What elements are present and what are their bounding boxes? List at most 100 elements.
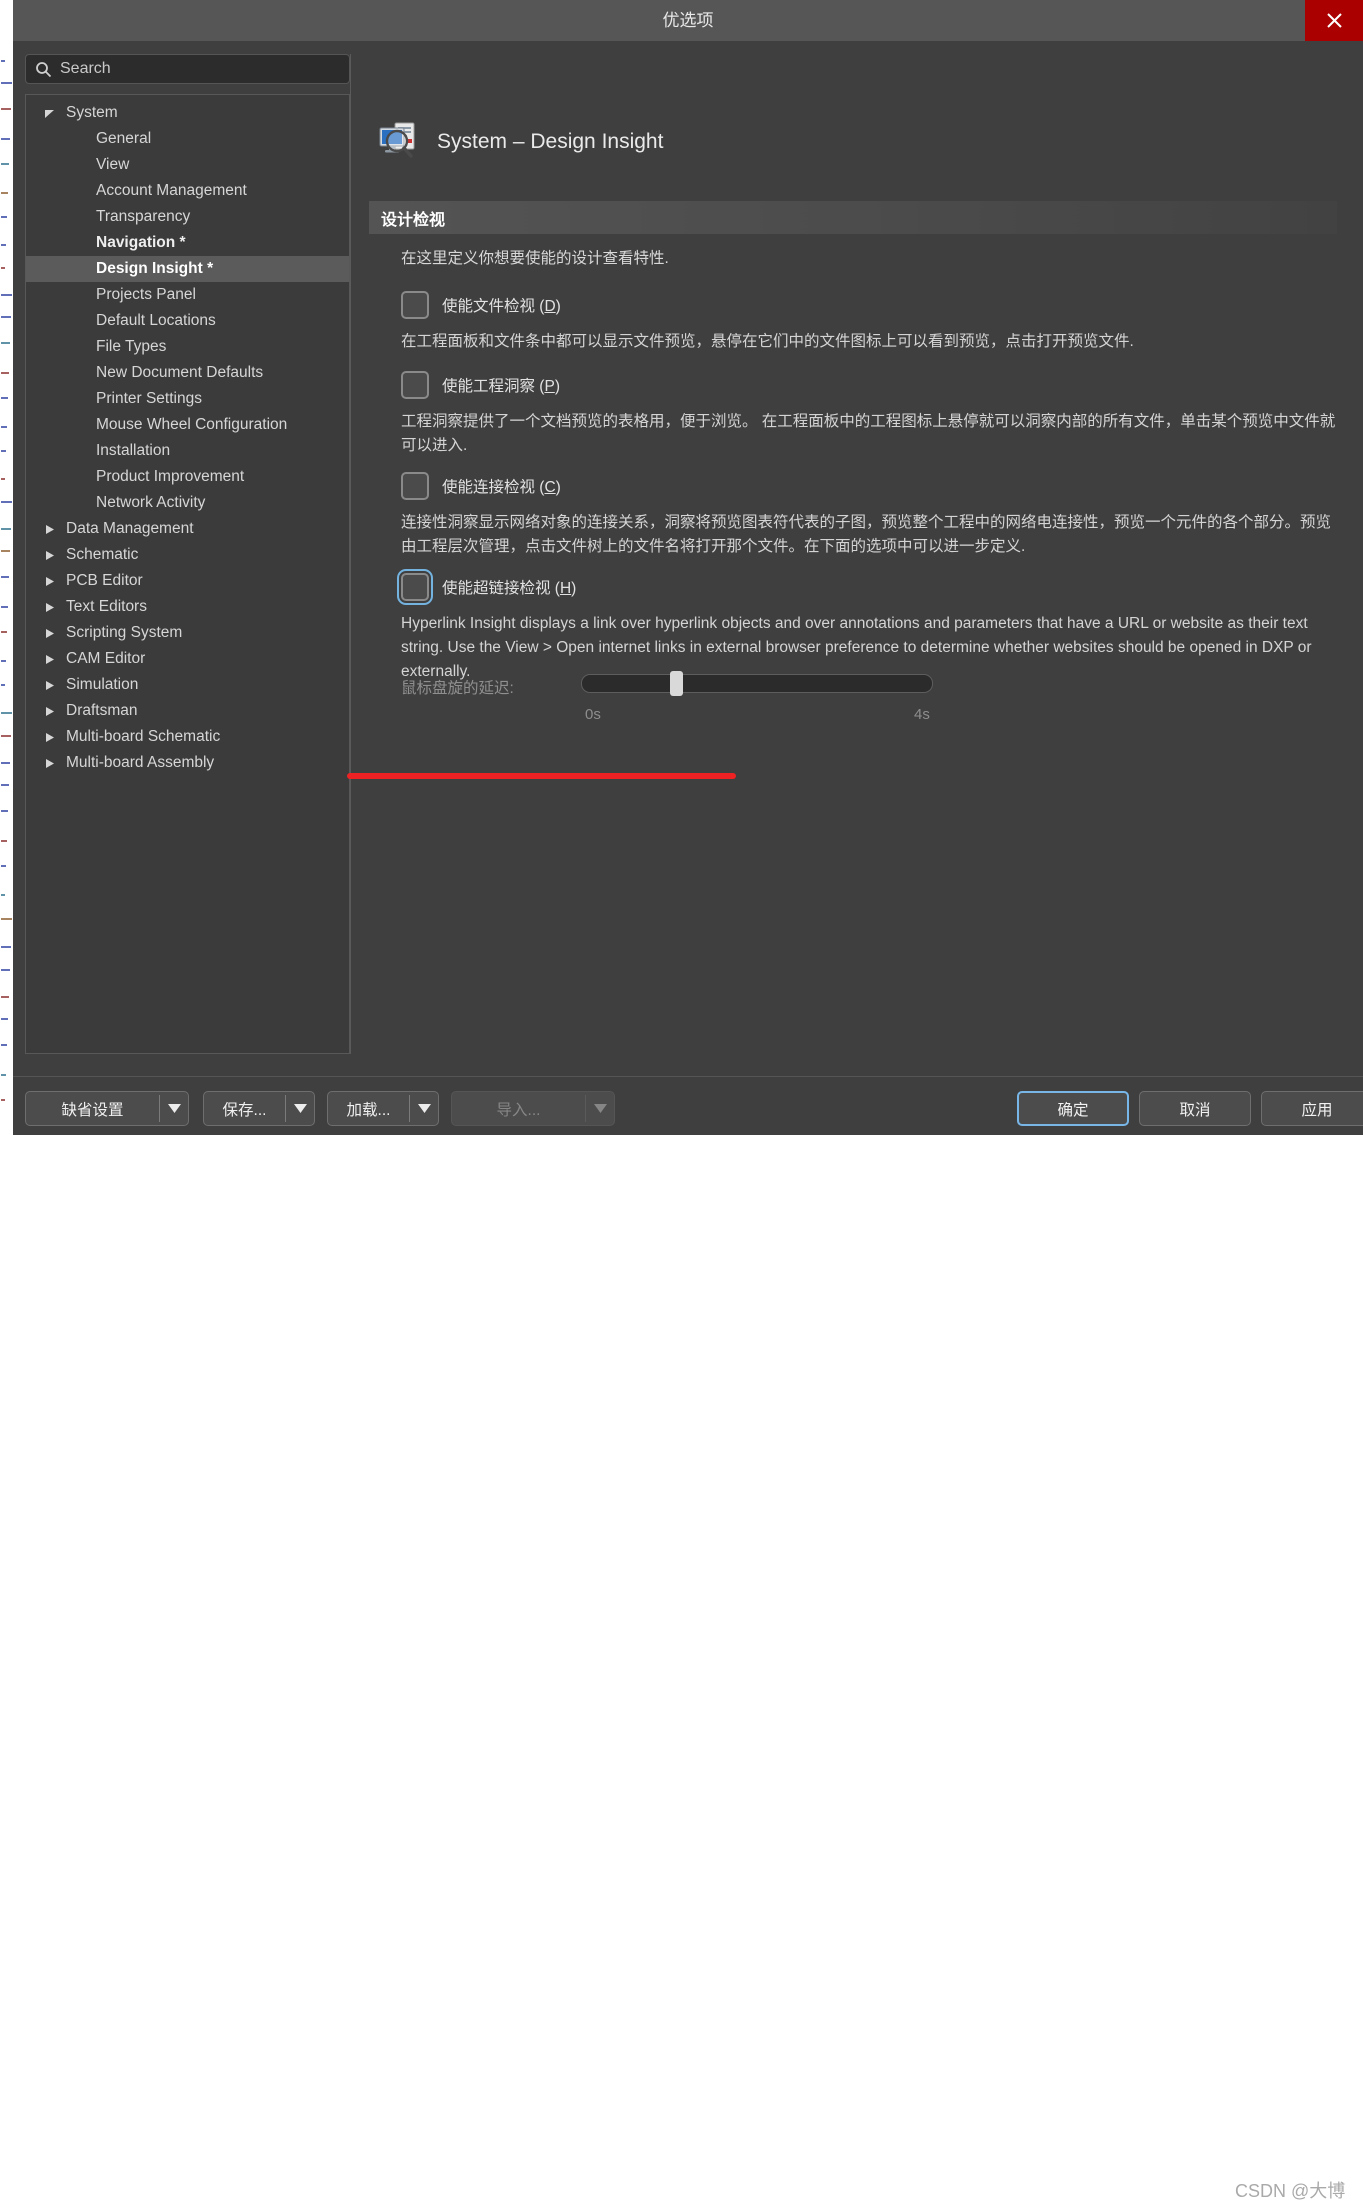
dialog-titlebar: 优选项 bbox=[13, 0, 1363, 41]
tree-item-label: Data Management bbox=[66, 520, 194, 537]
slider-thumb[interactable] bbox=[670, 671, 684, 696]
annotation-underline bbox=[347, 773, 736, 779]
tree-item-design-insight[interactable]: Design Insight * bbox=[26, 256, 349, 282]
tree-item-pcb-editor[interactable]: PCB Editor bbox=[26, 568, 349, 594]
tree-item-label: Printer Settings bbox=[96, 390, 202, 407]
split-button-3[interactable]: 加载... bbox=[327, 1091, 439, 1126]
dialog-footer: 缺省设置 保存... 加载... 导入... 确定 取消 应用 CSDN @大博 bbox=[13, 1076, 1363, 2201]
split-button-2[interactable]: 保存... bbox=[203, 1091, 315, 1126]
tree-item-label: Account Management bbox=[96, 182, 247, 199]
tree-item-cam-editor[interactable]: CAM Editor bbox=[26, 646, 349, 672]
tree-item-label: Projects Panel bbox=[96, 286, 196, 303]
accelerator-key: P bbox=[544, 378, 555, 395]
split-button-1[interactable]: 缺省设置 bbox=[25, 1091, 189, 1126]
tree-item-label: View bbox=[96, 156, 130, 173]
tree-item-label: Multi-board Schematic bbox=[66, 728, 221, 745]
tree-item-mouse-wheel-configuration[interactable]: Mouse Wheel Configuration bbox=[26, 412, 349, 438]
apply-button[interactable]: 应用 bbox=[1261, 1091, 1363, 1126]
checkbox-label-suffix: ) bbox=[555, 479, 561, 496]
tree-item-text-editors[interactable]: Text Editors bbox=[26, 594, 349, 620]
checkbox-label: 使能工程洞察 (P) bbox=[442, 374, 560, 396]
tree-item-network-activity[interactable]: Network Activity bbox=[26, 490, 349, 516]
search-input[interactable] bbox=[60, 60, 349, 78]
split-button-label: 加载... bbox=[346, 1101, 391, 1119]
section-header: 设计检视 bbox=[369, 201, 1337, 234]
hover-delay-slider[interactable] bbox=[581, 671, 933, 696]
chevron-down-icon[interactable] bbox=[160, 1104, 188, 1113]
chevron-right-icon[interactable] bbox=[42, 646, 56, 672]
tree-item-scripting-system[interactable]: Scripting System bbox=[26, 620, 349, 646]
tree-item-system[interactable]: System bbox=[26, 100, 349, 126]
chevron-right-icon[interactable] bbox=[42, 542, 56, 568]
chevron-right-icon[interactable] bbox=[42, 568, 56, 594]
chevron-right-icon[interactable] bbox=[42, 594, 56, 620]
option-1: 使能文件检视 (D) 在工程面板和文件条中都可以显示文件预览，悬停在它们中的文件图… bbox=[401, 290, 1341, 354]
tree-item-account-management[interactable]: Account Management bbox=[26, 178, 349, 204]
search-box[interactable] bbox=[25, 54, 350, 84]
option-4: 使能超链接检视 (H) Hyperlink Insight displays a … bbox=[397, 569, 1341, 684]
checkbox-option-3[interactable] bbox=[401, 472, 429, 500]
checkbox-label: 使能超链接检视 (H) bbox=[442, 576, 576, 598]
background-document-strip bbox=[0, 0, 13, 1135]
tree-item-product-improvement[interactable]: Product Improvement bbox=[26, 464, 349, 490]
tree-item-label: System bbox=[66, 104, 118, 121]
tree-item-label: PCB Editor bbox=[66, 572, 143, 589]
option-row[interactable]: 使能工程洞察 (P) bbox=[401, 370, 1341, 400]
tree-item-simulation[interactable]: Simulation bbox=[26, 672, 349, 698]
settings-pane: System – Design Insight 设计检视 在这里定义你想要使能的… bbox=[350, 54, 1350, 1054]
page-header: System – Design Insight bbox=[377, 117, 663, 167]
dialog-title: 优选项 bbox=[662, 11, 714, 30]
tree-item-label: General bbox=[96, 130, 152, 147]
tree-item-file-types[interactable]: File Types bbox=[26, 334, 349, 360]
tree-item-general[interactable]: General bbox=[26, 126, 349, 152]
option-row[interactable]: 使能文件检视 (D) bbox=[401, 290, 1341, 320]
cancel-button[interactable]: 取消 bbox=[1139, 1091, 1251, 1126]
chevron-down-icon[interactable] bbox=[286, 1104, 314, 1113]
tree-item-installation[interactable]: Installation bbox=[26, 438, 349, 464]
tree-item-label: File Types bbox=[96, 338, 167, 355]
tree-item-label: Draftsman bbox=[66, 702, 138, 719]
tree-item-label: Navigation * bbox=[96, 234, 186, 251]
tree-item-schematic[interactable]: Schematic bbox=[26, 542, 349, 568]
tree-item-printer-settings[interactable]: Printer Settings bbox=[26, 386, 349, 412]
checkbox-option-4[interactable] bbox=[397, 569, 433, 605]
checkbox-option-2[interactable] bbox=[401, 371, 429, 399]
chevron-down-icon[interactable] bbox=[42, 100, 56, 126]
tree-item-view[interactable]: View bbox=[26, 152, 349, 178]
chevron-right-icon[interactable] bbox=[42, 672, 56, 698]
chevron-right-icon[interactable] bbox=[42, 724, 56, 750]
tree-item-label: Default Locations bbox=[96, 312, 216, 329]
ok-button[interactable]: 确定 bbox=[1017, 1091, 1129, 1126]
checkbox-label-suffix: ) bbox=[571, 580, 577, 597]
dialog-body: System General View Account Management Trans… bbox=[13, 41, 1363, 1076]
tree-item-draftsman[interactable]: Draftsman bbox=[26, 698, 349, 724]
checkbox-option-1[interactable] bbox=[401, 291, 429, 319]
tree-item-data-management[interactable]: Data Management bbox=[26, 516, 349, 542]
tree-item-default-locations[interactable]: Default Locations bbox=[26, 308, 349, 334]
tree-item-projects-panel[interactable]: Projects Panel bbox=[26, 282, 349, 308]
tree-item-label: CAM Editor bbox=[66, 650, 146, 667]
option-row[interactable]: 使能超链接检视 (H) bbox=[397, 569, 1341, 605]
hover-delay-label: 鼠标盘旋的延迟: bbox=[401, 680, 514, 697]
page-title: System – Design Insight bbox=[437, 130, 664, 153]
checkbox-label: 使能文件检视 (D) bbox=[442, 294, 561, 316]
tree-item-new-document-defaults[interactable]: New Document Defaults bbox=[26, 360, 349, 386]
close-icon[interactable] bbox=[1305, 0, 1363, 41]
tree-item-multi-board-assembly[interactable]: Multi-board Assembly bbox=[26, 750, 349, 776]
section-title: 设计检视 bbox=[381, 211, 446, 229]
chevron-right-icon[interactable] bbox=[42, 698, 56, 724]
tree-item-label: Design Insight * bbox=[96, 260, 214, 277]
tree-item-multi-board-schematic[interactable]: Multi-board Schematic bbox=[26, 724, 349, 750]
tree-item-navigation[interactable]: Navigation * bbox=[26, 230, 349, 256]
slider-min-tick: 0s bbox=[585, 706, 601, 723]
chevron-right-icon[interactable] bbox=[42, 750, 56, 776]
preferences-tree[interactable]: System General View Account Management Trans… bbox=[25, 94, 350, 1054]
chevron-right-icon[interactable] bbox=[42, 620, 56, 646]
tree-item-label: Transparency bbox=[96, 208, 191, 225]
option-row[interactable]: 使能连接检视 (C) bbox=[401, 471, 1341, 501]
tree-item-label: New Document Defaults bbox=[96, 364, 264, 381]
tree-item-label: Installation bbox=[96, 442, 171, 459]
chevron-down-icon[interactable] bbox=[410, 1104, 438, 1113]
tree-item-transparency[interactable]: Transparency bbox=[26, 204, 349, 230]
chevron-right-icon[interactable] bbox=[42, 516, 56, 542]
